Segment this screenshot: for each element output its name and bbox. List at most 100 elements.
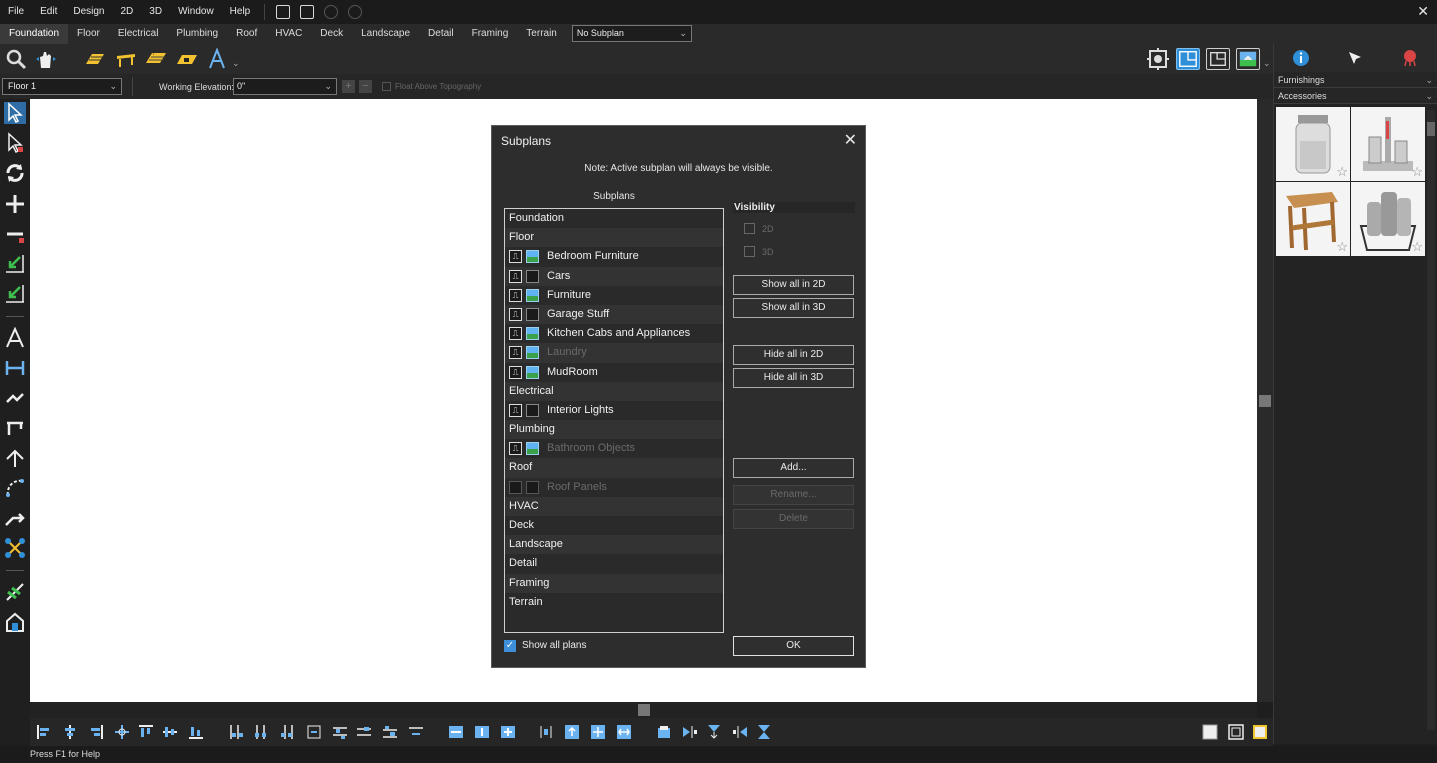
space-evenly-icon[interactable] — [538, 724, 554, 740]
library-item-jar[interactable]: ☆ — [1276, 107, 1350, 181]
subplan-select[interactable]: No Subplan ⌄ — [571, 25, 692, 42]
scrollbar-thumb[interactable] — [1259, 395, 1271, 407]
library-item-side-table[interactable]: ☆ — [1276, 182, 1350, 256]
visibility-3d-icon[interactable] — [526, 307, 539, 321]
hide-all-2d-button[interactable]: Hide all in 2D — [733, 345, 854, 365]
elevation-dimension-icon[interactable] — [4, 417, 26, 439]
visibility-2d-icon[interactable]: ⎍ — [509, 250, 522, 264]
show-all-2d-button[interactable]: Show all in 2D — [733, 275, 854, 295]
visibility-2d-icon[interactable]: ⎍ — [509, 403, 522, 417]
vertical-scrollbar[interactable] — [1257, 99, 1273, 702]
align-right-icon[interactable] — [88, 724, 104, 740]
visibility-2d-icon[interactable]: ⎍ — [509, 307, 522, 321]
zoom-extents-icon[interactable] — [1228, 724, 1244, 740]
tab-landscape[interactable]: Landscape — [352, 24, 419, 44]
menu-edit[interactable]: Edit — [32, 0, 65, 24]
plan-category-row[interactable]: Roof — [505, 458, 723, 478]
scrollbar-thumb[interactable] — [1427, 122, 1435, 136]
fit-page-icon[interactable] — [1252, 724, 1268, 740]
connect-icon[interactable] — [4, 537, 26, 559]
plan-category-row[interactable]: HVAC — [505, 496, 723, 516]
angled-dimension-icon[interactable] — [4, 387, 26, 409]
same-width-icon[interactable] — [448, 724, 464, 740]
distribute-horizontal-icon[interactable] — [306, 724, 322, 740]
align-left-icon[interactable] — [36, 724, 52, 740]
info-tab[interactable] — [1274, 44, 1328, 72]
mirror-left-icon[interactable] — [682, 724, 698, 740]
distribute-middle-icon[interactable] — [356, 724, 372, 740]
table-tool-icon[interactable] — [115, 48, 137, 70]
menu-2d[interactable]: 2D — [113, 0, 142, 24]
remove-elevation-icon[interactable]: − — [359, 80, 372, 93]
distribute-left-icon[interactable] — [228, 724, 244, 740]
chevron-down-icon[interactable]: ⌄ — [1263, 58, 1271, 69]
library-item-condiments[interactable]: ☆ — [1351, 107, 1425, 181]
visibility-2d-icon[interactable]: ⎍ — [509, 269, 522, 283]
visibility-2d-icon[interactable]: ⎍ — [509, 346, 522, 360]
menu-help[interactable]: Help — [222, 0, 259, 24]
working-elevation-field[interactable]: 0" ⌄ — [233, 78, 337, 95]
plan-category-row[interactable]: Detail — [505, 554, 723, 573]
stair-tool-icon[interactable] — [84, 48, 106, 70]
subplan-row[interactable]: ⎍ Garage Stuff — [505, 304, 723, 325]
tab-roof[interactable]: Roof — [227, 24, 266, 44]
plan-category-row[interactable]: Framing — [505, 573, 723, 593]
plan-view-icon[interactable] — [1176, 48, 1200, 70]
rotate-icon[interactable] — [4, 162, 26, 184]
align-bottom-icon[interactable] — [188, 724, 204, 740]
tab-floor[interactable]: Floor — [68, 24, 109, 44]
same-height-icon[interactable] — [474, 724, 490, 740]
subplan-row[interactable]: Roof Panels — [505, 478, 723, 497]
align-center-icon[interactable] — [62, 724, 78, 740]
visibility-3d-icon[interactable] — [526, 288, 539, 302]
fit-width-icon[interactable] — [616, 724, 632, 740]
fit-all-icon[interactable] — [590, 724, 606, 740]
library-scrollbar[interactable] — [1427, 110, 1435, 730]
subplan-row[interactable]: ⎍ Cars — [505, 266, 723, 286]
visibility-3d-icon[interactable] — [526, 365, 539, 379]
visibility-3d-icon[interactable] — [526, 250, 539, 264]
favorite-star-icon[interactable]: ☆ — [1411, 239, 1423, 255]
line-arrow-icon[interactable] — [4, 507, 26, 529]
undo-icon[interactable] — [324, 5, 339, 19]
plan-category-row[interactable]: Foundation — [505, 209, 723, 228]
plant-icon[interactable] — [4, 581, 26, 603]
favorite-star-icon[interactable]: ☆ — [1411, 164, 1423, 180]
fit-top-icon[interactable] — [564, 724, 580, 740]
rename-subplan-button[interactable]: Rename... — [733, 485, 854, 505]
subplan-row[interactable]: ⎍ Bedroom Furniture — [505, 247, 723, 266]
plan-category-row[interactable]: Plumbing — [505, 420, 723, 440]
mirror-right-icon[interactable] — [732, 724, 748, 740]
align-top-icon[interactable] — [138, 724, 154, 740]
visibility-3d-icon[interactable] — [526, 480, 539, 494]
plan-category-row[interactable]: Terrain — [505, 593, 723, 612]
select-arrow-icon[interactable] — [4, 102, 26, 124]
subplan-row[interactable]: ⎍ MudRoom — [505, 363, 723, 382]
library-item-basket[interactable]: ☆ — [1351, 182, 1425, 256]
float-topography-checkbox[interactable] — [382, 82, 391, 91]
visibility-2d-icon[interactable]: ⎍ — [509, 442, 522, 456]
pan-hand-icon[interactable] — [35, 48, 57, 70]
floor-plan-view-icon[interactable] — [1206, 48, 1230, 70]
plan-category-row[interactable]: Electrical — [505, 381, 723, 401]
multi-select-icon[interactable] — [4, 132, 26, 154]
distribute-top-icon[interactable] — [332, 724, 348, 740]
home-settings-icon[interactable] — [4, 611, 26, 633]
dimension-icon[interactable] — [4, 357, 26, 379]
library-combo[interactable]: Furnishings ⌄ — [1274, 72, 1437, 88]
dialog-close-icon[interactable]: ✕ — [844, 130, 857, 150]
deck-tool-icon[interactable] — [145, 48, 167, 70]
align-vertical-center-icon[interactable] — [162, 724, 178, 740]
tab-deck[interactable]: Deck — [311, 24, 352, 44]
tab-hvac[interactable]: HVAC — [266, 24, 311, 44]
move-in-icon[interactable] — [4, 253, 26, 275]
styles-tab[interactable] — [1328, 44, 1382, 72]
text-icon[interactable] — [4, 327, 26, 349]
3d-view-icon[interactable] — [1236, 48, 1260, 70]
same-size-icon[interactable] — [500, 724, 516, 740]
close-app-icon[interactable]: ✕ — [1417, 3, 1429, 20]
floor-select[interactable]: Floor 1 ⌄ — [2, 78, 122, 95]
menu-window[interactable]: Window — [170, 0, 222, 24]
subplan-row[interactable]: ⎍ Bathroom Objects — [505, 439, 723, 458]
visibility-2d-icon[interactable] — [509, 480, 522, 494]
